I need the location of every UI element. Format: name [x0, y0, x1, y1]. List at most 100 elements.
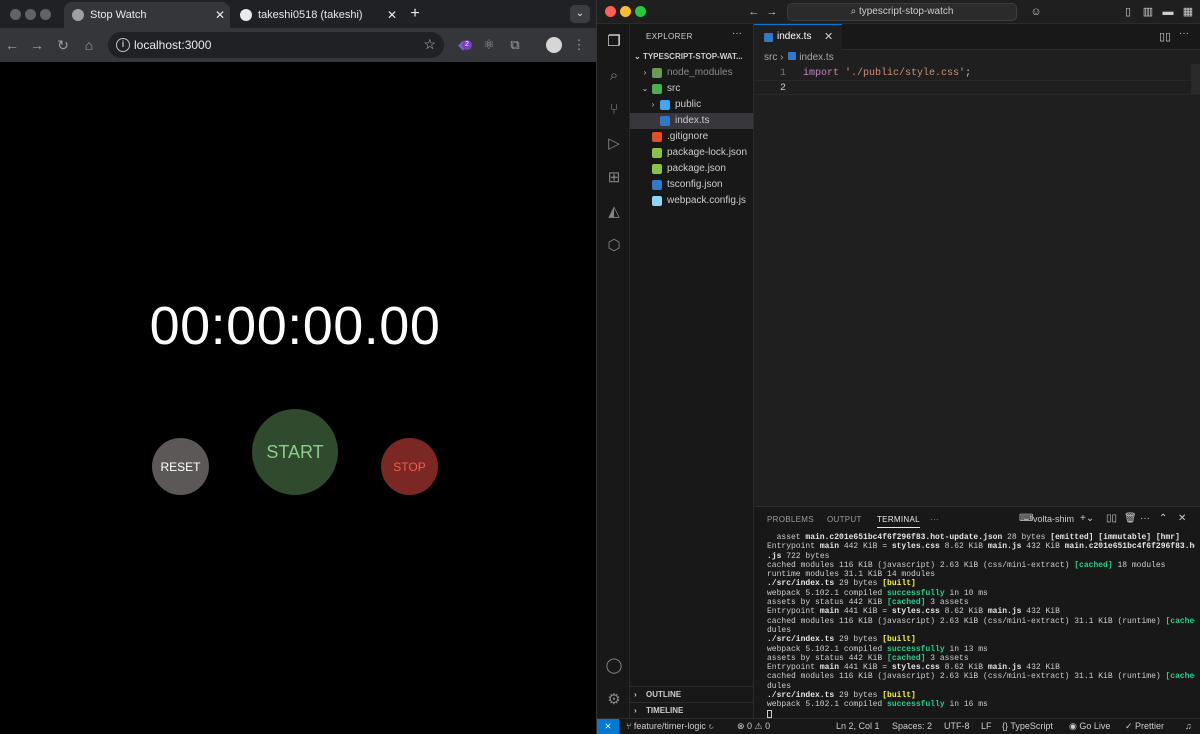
- accounts-icon[interactable]: ◯: [604, 656, 624, 676]
- kill-terminal-icon[interactable]: 🗑: [1124, 513, 1137, 524]
- layout-primary-icon[interactable]: ▥: [1141, 5, 1155, 19]
- remote-indicator[interactable]: ⨯: [597, 719, 619, 734]
- tree-item-webpack-config[interactable]: webpack.config.js: [630, 193, 753, 209]
- tab-close-icon[interactable]: ✕: [210, 8, 230, 22]
- address-bar[interactable]: i localhost:3000 ☆: [108, 32, 444, 58]
- close-panel-icon[interactable]: ✕: [1178, 513, 1186, 524]
- search-icon[interactable]: ⌕: [604, 66, 624, 86]
- profile-avatar[interactable]: [546, 37, 562, 53]
- language-mode[interactable]: {} TypeScript: [1002, 721, 1053, 731]
- terminal-output[interactable]: asset main.c201e651bc4f6f296f83.hot-upda…: [767, 533, 1195, 719]
- git-file-icon: [652, 132, 662, 142]
- layout-panel-icon[interactable]: ▬: [1161, 5, 1175, 19]
- terminal-more-icon[interactable]: ···: [1140, 513, 1150, 524]
- window-close-dot[interactable]: [10, 9, 21, 20]
- new-terminal-icon[interactable]: +⌄: [1080, 513, 1094, 524]
- tab-output[interactable]: OUTPUT: [827, 515, 862, 524]
- breadcrumb-file[interactable]: index.ts: [799, 52, 833, 63]
- explorer-more-icon[interactable]: ···: [732, 28, 742, 39]
- tab-search-button[interactable]: ⌄: [570, 5, 590, 23]
- cursor-position[interactable]: Ln 2, Col 1: [836, 721, 880, 731]
- window-zoom-dot[interactable]: [40, 9, 51, 20]
- terminal-line: ./src/index.ts 29 bytes [built]: [767, 579, 916, 589]
- maximize-panel-icon[interactable]: ⌃: [1159, 513, 1167, 524]
- git-branch[interactable]: ⑂ feature/timer-logic ↻: [626, 721, 714, 731]
- reset-button[interactable]: RESET: [152, 438, 209, 495]
- npm-file-icon: [652, 148, 662, 158]
- layout-sidebar-icon[interactable]: ▯: [1121, 5, 1135, 19]
- nav-forward-icon[interactable]: →: [765, 5, 779, 19]
- source-control-icon[interactable]: ⑂: [604, 100, 624, 120]
- breadcrumb[interactable]: src › index.ts: [764, 52, 834, 63]
- tab-close-icon[interactable]: ✕: [824, 25, 833, 49]
- layout-secondary-icon[interactable]: ▦: [1181, 5, 1195, 19]
- tree-item-public[interactable]: › public: [630, 97, 753, 113]
- tree-item-package-json[interactable]: package.json: [630, 161, 753, 177]
- window-zoom-dot[interactable]: [635, 6, 646, 17]
- tab-close-icon[interactable]: ✕: [382, 8, 402, 22]
- split-terminal-icon[interactable]: ▯▯: [1106, 513, 1117, 524]
- run-debug-icon[interactable]: ▷: [604, 134, 624, 154]
- tree-item-tsconfig[interactable]: tsconfig.json: [630, 177, 753, 193]
- start-button[interactable]: START: [252, 409, 338, 495]
- notifications-bell-icon[interactable]: ♫: [1185, 721, 1192, 731]
- home-icon[interactable]: ⌂: [80, 36, 98, 54]
- tab-problems[interactable]: PROBLEMS: [767, 515, 814, 524]
- editor-more-icon[interactable]: ···: [1179, 28, 1189, 39]
- explorer-title: EXPLORER: [646, 32, 693, 41]
- window-minimize-dot[interactable]: [620, 6, 631, 17]
- command-center-search[interactable]: ⌕ typescript-stop-watch: [787, 3, 1017, 21]
- prisma-icon[interactable]: ◭: [604, 202, 624, 222]
- npm-file-icon: [652, 164, 662, 174]
- tree-item-label: package-lock.json: [667, 147, 748, 158]
- package-icon[interactable]: ⬡: [604, 236, 624, 256]
- terminal-name[interactable]: volta-shim: [1033, 514, 1074, 524]
- line-number: 2: [779, 83, 786, 94]
- encoding[interactable]: UTF-8: [944, 721, 970, 731]
- browser-menu-icon[interactable]: ⋮: [570, 36, 588, 54]
- code-line[interactable]: 1 import './public/style.css';: [754, 66, 1200, 81]
- editor-tab-index-ts[interactable]: index.ts ✕: [754, 24, 842, 50]
- tab-title: takeshi0518 (takeshi): [258, 9, 363, 21]
- bookmark-star-icon[interactable]: ☆: [423, 36, 436, 53]
- indentation[interactable]: Spaces: 2: [892, 721, 932, 731]
- panel-more-icon[interactable]: ···: [930, 515, 939, 524]
- explorer-icon[interactable]: ❐: [604, 32, 624, 52]
- project-root[interactable]: ⌄ TYPESCRIPT-STOP-WAT...: [634, 52, 743, 61]
- tree-item-src[interactable]: ⌄ src: [630, 81, 753, 97]
- back-icon[interactable]: ←: [3, 36, 21, 54]
- reload-icon[interactable]: ↻: [54, 36, 72, 54]
- editor-scrollbar[interactable]: [1191, 64, 1200, 94]
- copilot-icon[interactable]: ☺: [1029, 5, 1043, 19]
- breadcrumb-folder[interactable]: src: [764, 52, 777, 63]
- window-close-dot[interactable]: [605, 6, 616, 17]
- tree-item-node-modules[interactable]: › node_modules: [630, 65, 753, 81]
- outline-section[interactable]: › OUTLINE: [630, 686, 753, 702]
- tree-item-index-ts[interactable]: index.ts: [630, 113, 753, 129]
- tab-stop-watch[interactable]: Stop Watch ✕: [64, 2, 230, 28]
- nav-back-icon[interactable]: ←: [747, 5, 761, 19]
- site-info-icon[interactable]: i: [116, 38, 130, 52]
- extensions-puzzle-icon[interactable]: ⧉: [506, 36, 524, 54]
- prettier-status[interactable]: ✓ Prettier: [1125, 721, 1164, 732]
- extensions-icon[interactable]: ⊞: [604, 168, 624, 188]
- settings-gear-icon[interactable]: ⚙: [604, 690, 624, 710]
- split-editor-icon[interactable]: ▯▯: [1159, 30, 1171, 43]
- tab-github[interactable]: takeshi0518 (takeshi) ✕: [232, 2, 402, 28]
- line-ending[interactable]: LF: [981, 721, 992, 731]
- outline-title: OUTLINE: [646, 690, 682, 699]
- window-minimize-dot[interactable]: [25, 9, 36, 20]
- timeline-section[interactable]: › TIMELINE: [630, 702, 753, 718]
- tree-item-gitignore[interactable]: .gitignore: [630, 129, 753, 145]
- tree-item-package-lock[interactable]: package-lock.json: [630, 145, 753, 161]
- address-url[interactable]: localhost:3000: [134, 38, 211, 52]
- tab-terminal[interactable]: TERMINAL: [877, 515, 920, 528]
- stop-button[interactable]: STOP: [381, 438, 438, 495]
- code-line-current[interactable]: 2: [754, 80, 1200, 95]
- forward-icon[interactable]: →: [28, 36, 46, 54]
- code-text[interactable]: import './public/style.css';: [803, 66, 971, 81]
- go-live-button[interactable]: ◉ Go Live: [1069, 721, 1110, 732]
- react-devtools-icon[interactable]: ⚛: [480, 36, 498, 54]
- problems-count[interactable]: ⊗ 0 ⚠ 0: [737, 721, 770, 732]
- new-tab-button[interactable]: +: [406, 4, 424, 24]
